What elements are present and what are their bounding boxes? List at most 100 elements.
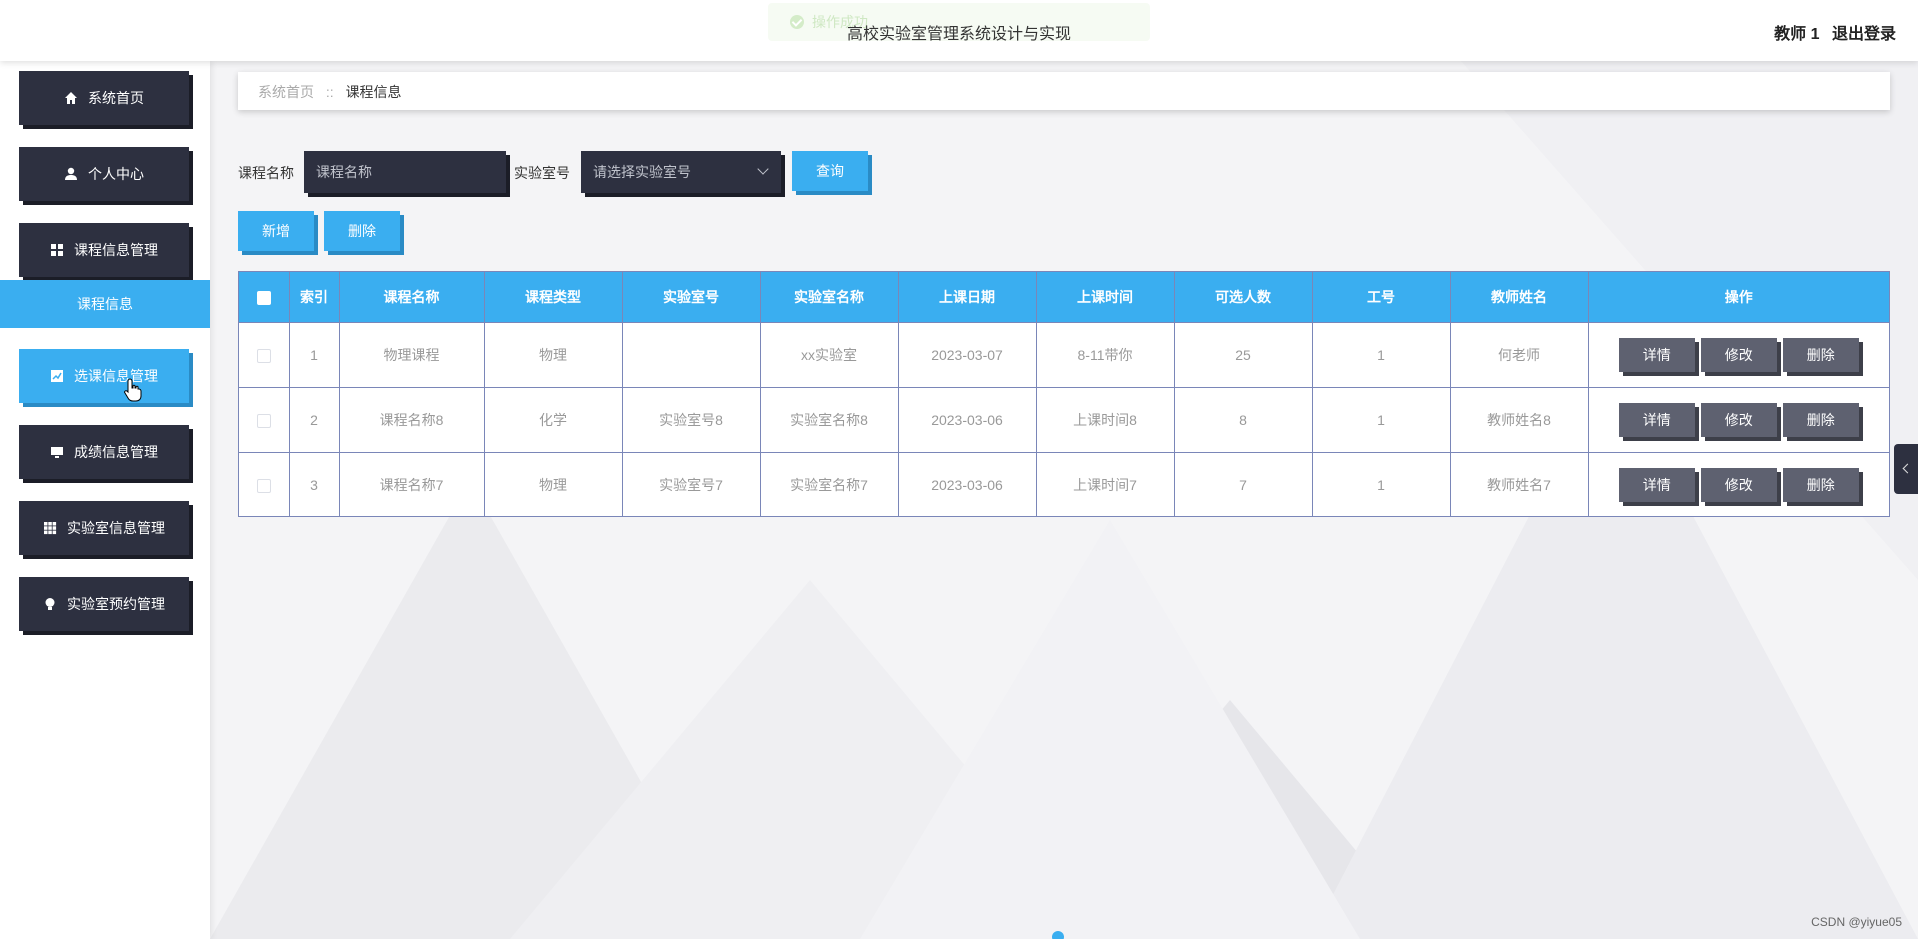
query-button[interactable]: 查询: [792, 151, 868, 191]
cell-capacity: 7: [1174, 451, 1313, 517]
course-name-input[interactable]: 课程名称: [304, 151, 506, 193]
chart-icon: [50, 369, 64, 383]
cell-class-time: 上课时间7: [1036, 451, 1175, 517]
bulk-delete-button[interactable]: 删除: [324, 211, 400, 251]
header-operations: 操作: [1588, 272, 1889, 322]
header-course-type: 课程类型: [484, 272, 623, 322]
breadcrumb-home[interactable]: 系统首页: [258, 84, 314, 100]
sidebar-item-label: 实验室预约管理: [67, 596, 165, 612]
cell-employee-id: 1: [1312, 451, 1451, 517]
select-all-checkbox[interactable]: [256, 290, 271, 305]
top-bar: 操作成功 高校实验室管理系统设计与实现 教师 1 退出登录: [0, 0, 1918, 61]
table-row: 3 课程名称7 物理 实验室号7 实验室名称7 2023-03-06 上课时间7…: [239, 451, 1889, 517]
sidebar-subitem-course-info[interactable]: 课程信息: [0, 280, 210, 328]
hand-cursor-icon: [124, 378, 142, 402]
home-icon: [64, 91, 78, 105]
chevron-down-icon: [757, 163, 769, 175]
cell-course-type: 物理: [484, 451, 623, 517]
table-row: 1 物理课程 物理 xx实验室 2023-03-07 8-11带你 25 1 何…: [239, 321, 1889, 387]
cell-lab-number: [622, 321, 761, 387]
edit-button[interactable]: 修改: [1700, 337, 1777, 372]
delete-button[interactable]: 删除: [1782, 467, 1859, 502]
row-select-cell[interactable]: [239, 321, 290, 387]
logout-link[interactable]: 退出登录: [1832, 26, 1896, 43]
header-teacher-name: 教师姓名: [1450, 272, 1589, 322]
cell-employee-id: 1: [1312, 386, 1451, 452]
monitor-icon: [50, 445, 64, 459]
sidebar-item-label: 选课信息管理: [74, 368, 158, 384]
cell-operations: 详情 修改 删除: [1588, 386, 1889, 452]
lab-number-select[interactable]: 请选择实验室号: [581, 151, 781, 193]
watermark: CSDN @yiyue05: [1811, 915, 1902, 929]
cell-operations: 详情 修改 删除: [1588, 451, 1889, 517]
sidebar-item-course-management[interactable]: 课程信息管理: [19, 223, 189, 277]
sidebar-item-lab-management[interactable]: 实验室信息管理: [19, 501, 189, 555]
row-checkbox[interactable]: [256, 478, 271, 493]
cell-teacher-name: 教师姓名8: [1450, 386, 1589, 452]
sidebar-item-home[interactable]: 系统首页: [19, 71, 189, 125]
user-icon: [64, 167, 78, 181]
page-title: 高校实验室管理系统设计与实现: [846, 26, 1071, 43]
grid-icon: [50, 243, 64, 257]
breadcrumb: 系统首页 :: 课程信息: [238, 72, 1890, 110]
cell-lab-number: 实验室号7: [622, 451, 761, 517]
scroll-indicator: [1052, 931, 1064, 939]
header-capacity: 可选人数: [1174, 272, 1313, 322]
delete-button[interactable]: 删除: [1782, 402, 1859, 437]
detail-button[interactable]: 详情: [1618, 402, 1695, 437]
header-employee-id: 工号: [1312, 272, 1451, 322]
cell-lab-name: xx实验室: [760, 321, 899, 387]
sidebar-item-label: 个人中心: [88, 166, 144, 182]
cell-index: 3: [289, 451, 340, 517]
sidebar-item-grade-management[interactable]: 成绩信息管理: [19, 425, 189, 479]
delete-button[interactable]: 删除: [1782, 337, 1859, 372]
table-header-row: 索引 课程名称 课程类型 实验室号 实验室名称 上课日期 上课时间 可选人数 工…: [239, 272, 1889, 322]
collapse-panel-tab[interactable]: [1894, 444, 1918, 494]
row-select-cell[interactable]: [239, 451, 290, 517]
user-name: 教师 1: [1774, 26, 1820, 43]
lab-number-label: 实验室号: [514, 165, 570, 181]
header-class-time: 上课时间: [1036, 272, 1175, 322]
header-course-name: 课程名称: [339, 272, 485, 322]
header-class-date: 上课日期: [898, 272, 1037, 322]
table-row: 2 课程名称8 化学 实验室号8 实验室名称8 2023-03-06 上课时间8…: [239, 386, 1889, 452]
add-button[interactable]: 新增: [238, 211, 314, 251]
course-name-placeholder: 课程名称: [316, 164, 372, 180]
table-icon: [43, 521, 57, 535]
row-checkbox[interactable]: [256, 348, 271, 363]
edit-button[interactable]: 修改: [1700, 467, 1777, 502]
row-checkbox[interactable]: [256, 413, 271, 428]
bulb-icon: [43, 597, 57, 611]
course-table: 索引 课程名称 课程类型 实验室号 实验室名称 上课日期 上课时间 可选人数 工…: [238, 271, 1890, 517]
cell-lab-number: 实验室号8: [622, 386, 761, 452]
cell-course-name: 物理课程: [339, 321, 485, 387]
cell-index: 2: [289, 386, 340, 452]
header-lab-number: 实验室号: [622, 272, 761, 322]
sidebar-item-label: 课程信息管理: [74, 242, 158, 258]
sidebar-item-label: 成绩信息管理: [74, 444, 158, 460]
cell-course-name: 课程名称8: [339, 386, 485, 452]
sidebar-item-profile[interactable]: 个人中心: [19, 147, 189, 201]
row-select-cell[interactable]: [239, 386, 290, 452]
cell-course-type: 物理: [484, 321, 623, 387]
cell-class-date: 2023-03-07: [898, 321, 1037, 387]
sidebar-item-reservation-management[interactable]: 实验室预约管理: [19, 577, 189, 631]
header-index: 索引: [289, 272, 340, 322]
detail-button[interactable]: 详情: [1618, 467, 1695, 502]
cell-operations: 详情 修改 删除: [1588, 321, 1889, 387]
cell-capacity: 8: [1174, 386, 1313, 452]
sidebar-item-selection-management[interactable]: 选课信息管理: [19, 349, 189, 403]
cell-class-date: 2023-03-06: [898, 386, 1037, 452]
lab-number-placeholder: 请选择实验室号: [593, 164, 691, 180]
edit-button[interactable]: 修改: [1700, 402, 1777, 437]
breadcrumb-separator: ::: [325, 84, 334, 100]
sidebar-item-label: 系统首页: [88, 90, 144, 106]
detail-button[interactable]: 详情: [1618, 337, 1695, 372]
cell-capacity: 25: [1174, 321, 1313, 387]
sidebar: 系统首页 个人中心 课程信息管理 课程信息 选课信息管理 成绩信息管理 实验室信…: [0, 61, 210, 939]
cell-index: 1: [289, 321, 340, 387]
cell-course-name: 课程名称7: [339, 451, 485, 517]
cell-class-time: 上课时间8: [1036, 386, 1175, 452]
header-select-all[interactable]: [239, 272, 290, 322]
cell-class-time: 8-11带你: [1036, 321, 1175, 387]
